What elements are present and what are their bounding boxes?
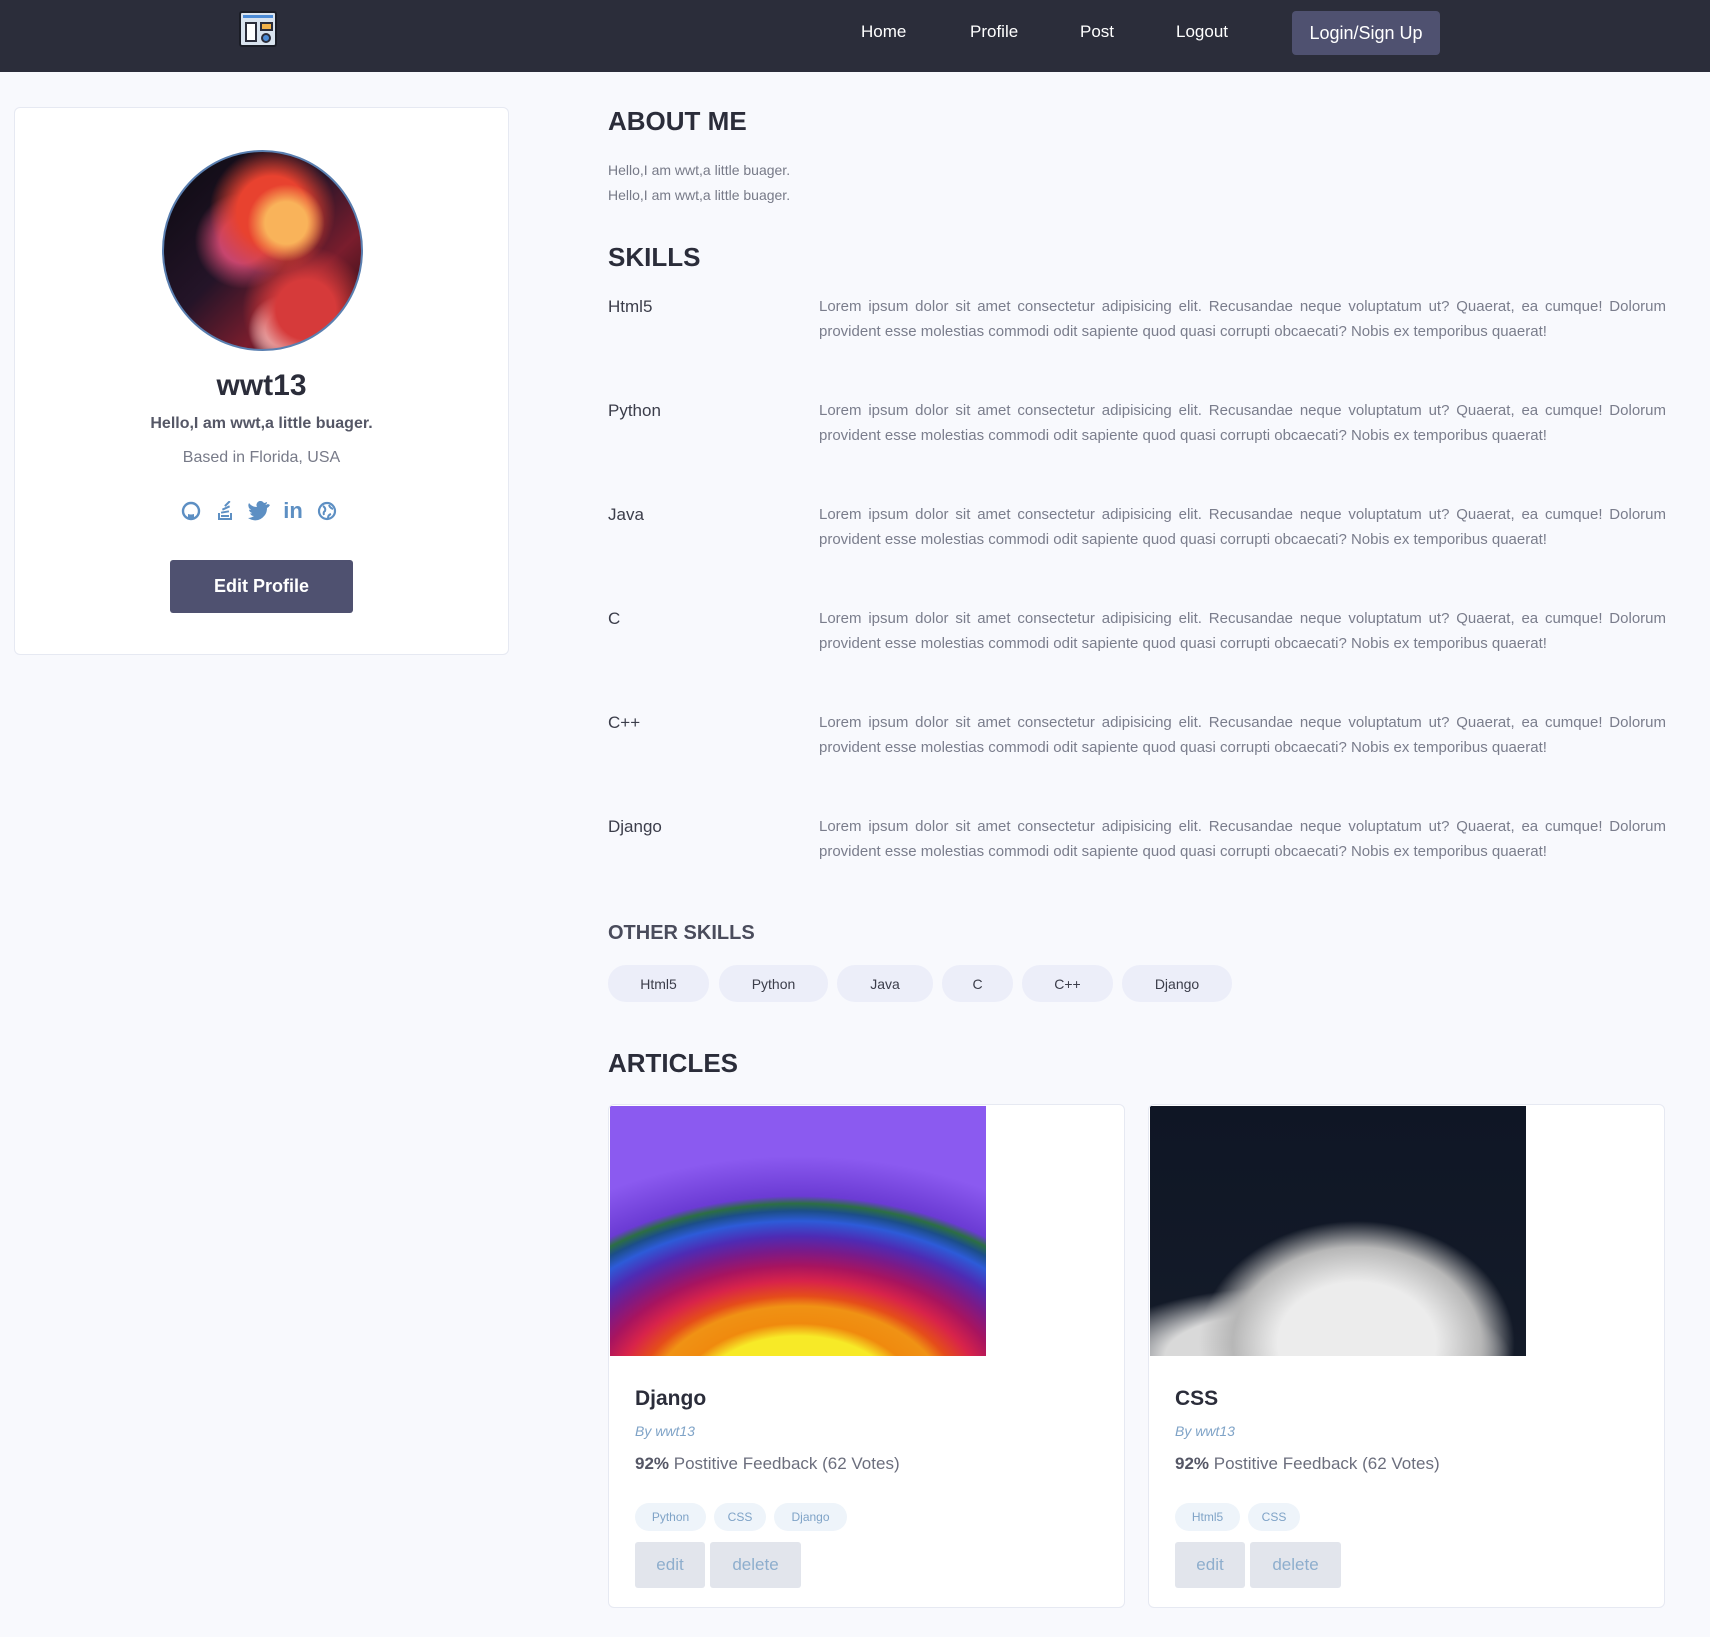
stackoverflow-icon[interactable]: [214, 500, 236, 522]
article-title[interactable]: Django: [635, 1387, 706, 1411]
website-icon[interactable]: [316, 500, 338, 522]
nav-profile-link[interactable]: Profile: [970, 22, 1018, 42]
other-skill-pill[interactable]: Django: [1122, 965, 1232, 1002]
article-author: By wwt13: [1175, 1423, 1235, 1439]
skill-description: Lorem ipsum dolor sit amet consectetur a…: [819, 610, 1666, 652]
skills-heading: SKILLS: [608, 242, 701, 272]
skill-description: Lorem ipsum dolor sit amet consectetur a…: [819, 298, 1666, 340]
skill-name: C++: [608, 713, 641, 732]
nav-logout-link[interactable]: Logout: [1176, 22, 1228, 42]
skill-name: Html5: [608, 297, 653, 316]
other-skills-heading: OTHER SKILLS: [608, 922, 755, 944]
skill-name: Django: [608, 817, 662, 836]
skill-name: Python: [608, 401, 661, 420]
article-tag[interactable]: Django: [774, 1503, 847, 1531]
feedback-percent: 92%: [635, 1454, 670, 1473]
article-tag[interactable]: Python: [635, 1503, 706, 1531]
article-delete-button[interactable]: delete: [1250, 1542, 1341, 1588]
feedback-percent: 92%: [1175, 1454, 1210, 1473]
skill-name: Java: [608, 505, 644, 524]
profile-location: Based in Florida, USA: [182, 449, 341, 466]
profile-username: wwt13: [216, 369, 307, 402]
skill-description: Lorem ipsum dolor sit amet consectetur a…: [819, 506, 1666, 548]
article-feedback: 92% Postitive Feedback (62 Votes): [635, 1454, 900, 1474]
profile-card: wwt13 Hello,I am wwt,a little buager. Ba…: [14, 107, 509, 655]
skill-name: C: [608, 609, 621, 628]
nav-post-link[interactable]: Post: [1080, 22, 1114, 42]
article-edit-button[interactable]: edit: [635, 1542, 705, 1588]
feedback-text: Postitive Feedback (62 Votes): [673, 1454, 900, 1473]
top-navbar: Home Profile Post Logout Login/Sign Up: [0, 0, 1710, 72]
github-icon[interactable]: [180, 500, 202, 522]
about-line: Hello,I am wwt,a little buager.: [608, 187, 791, 203]
skill-description: Lorem ipsum dolor sit amet consectetur a…: [819, 714, 1666, 756]
nav-home-link[interactable]: Home: [861, 22, 906, 42]
twitter-icon[interactable]: [248, 500, 270, 522]
profile-tagline: Hello,I am wwt,a little buager.: [150, 415, 373, 432]
article-thumbnail[interactable]: [610, 1106, 986, 1356]
skill-description: Lorem ipsum dolor sit amet consectetur a…: [819, 402, 1666, 444]
article-title[interactable]: CSS: [1175, 1387, 1218, 1411]
article-tag[interactable]: CSS: [1248, 1503, 1300, 1531]
article-tag[interactable]: CSS: [714, 1503, 766, 1531]
other-skill-pill[interactable]: Html5: [608, 965, 709, 1002]
other-skill-pill[interactable]: C++: [1022, 965, 1113, 1002]
skill-description: Lorem ipsum dolor sit amet consectetur a…: [819, 818, 1666, 860]
other-skill-pill[interactable]: C: [942, 965, 1013, 1002]
article-tag[interactable]: Html5: [1175, 1503, 1240, 1531]
about-heading: ABOUT ME: [608, 106, 747, 136]
edit-profile-button[interactable]: Edit Profile: [170, 560, 353, 613]
articles-heading: ARTICLES: [608, 1048, 738, 1078]
linkedin-icon[interactable]: in: [282, 498, 304, 523]
social-links: in: [180, 498, 338, 523]
about-line: Hello,I am wwt,a little buager.: [608, 162, 791, 178]
other-skill-pill[interactable]: Java: [837, 965, 933, 1002]
article-author: By wwt13: [635, 1423, 695, 1439]
avatar: [162, 150, 363, 351]
article-feedback: 92% Postitive Feedback (62 Votes): [1175, 1454, 1440, 1474]
article-card: CSS By wwt13 92% Postitive Feedback (62 …: [1148, 1104, 1665, 1608]
login-signup-button[interactable]: Login/Sign Up: [1292, 11, 1440, 55]
article-edit-button[interactable]: edit: [1175, 1542, 1245, 1588]
article-delete-button[interactable]: delete: [710, 1542, 801, 1588]
article-card: Django By wwt13 92% Postitive Feedback (…: [608, 1104, 1125, 1608]
feedback-text: Postitive Feedback (62 Votes): [1213, 1454, 1440, 1473]
site-logo-icon[interactable]: [239, 11, 277, 47]
other-skill-pill[interactable]: Python: [719, 965, 828, 1002]
article-thumbnail[interactable]: [1150, 1106, 1526, 1356]
